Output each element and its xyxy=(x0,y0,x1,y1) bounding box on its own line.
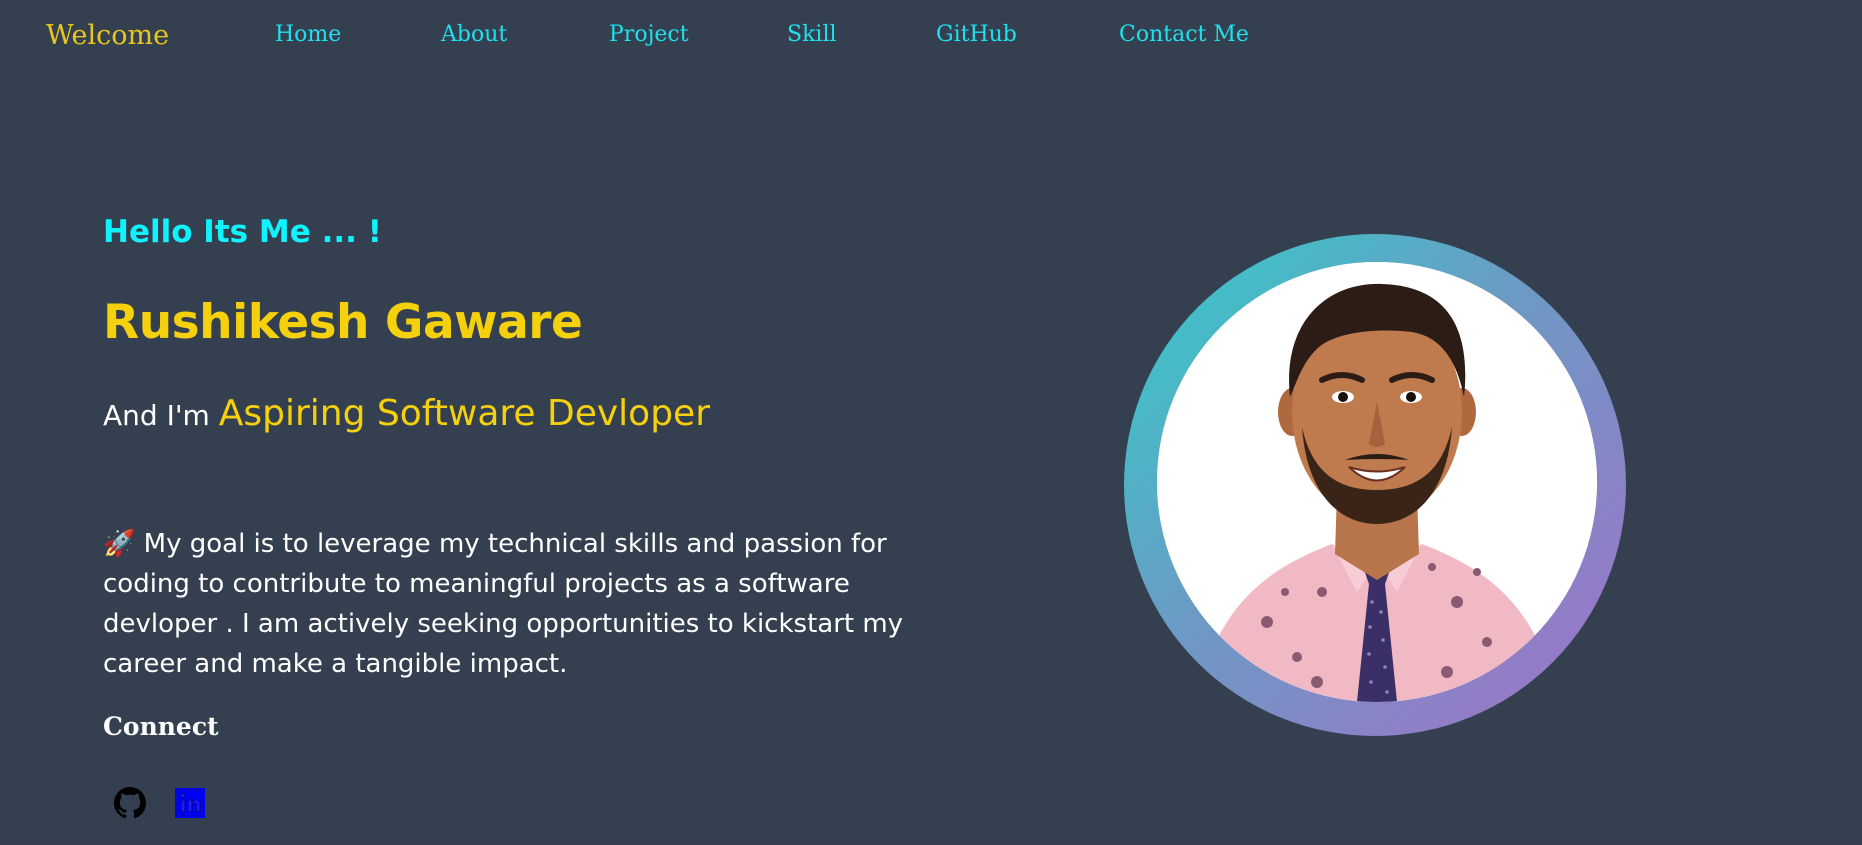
hero-name: Rushikesh Gaware xyxy=(103,295,583,350)
hero-role-line: And I'm Aspiring Software Devloper xyxy=(103,393,710,434)
profile-photo xyxy=(1157,262,1597,702)
connect-heading: Connect xyxy=(103,712,219,741)
nav-link-home[interactable]: Home xyxy=(275,22,341,47)
hero-goal-text: 🚀 My goal is to leverage my technical sk… xyxy=(103,529,904,679)
nav-brand[interactable]: Welcome xyxy=(46,20,169,51)
profile-picture-ring xyxy=(1124,234,1626,736)
linkedin-icon[interactable] xyxy=(175,788,205,818)
role-prefix: And I'm xyxy=(103,399,219,432)
nav-link-project[interactable]: Project xyxy=(609,22,689,47)
hero-greeting: Hello Its Me ... ! xyxy=(103,214,382,250)
nav-link-github[interactable]: GitHub xyxy=(936,22,1017,47)
role-title: Aspiring Software Devloper xyxy=(218,393,711,434)
nav-link-contact-me[interactable]: Contact Me xyxy=(1119,22,1249,47)
nav-link-skill[interactable]: Skill xyxy=(787,22,837,47)
github-icon[interactable] xyxy=(114,787,146,819)
nav-link-about[interactable]: About xyxy=(441,22,507,47)
